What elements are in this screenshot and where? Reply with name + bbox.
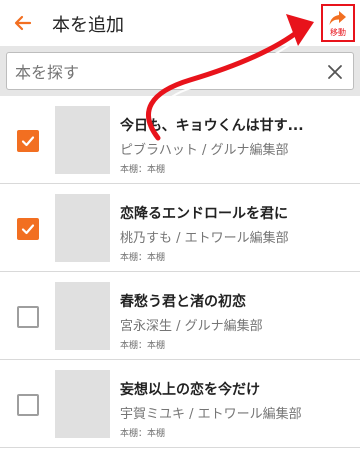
search-bar	[0, 46, 360, 96]
book-checkbox[interactable]	[17, 218, 39, 240]
clear-search-button[interactable]	[323, 60, 347, 84]
book-author-publisher: 桃乃すも / エトワール編集部	[120, 231, 289, 246]
page-title: 本を追加	[52, 15, 124, 36]
book-cover	[55, 282, 110, 350]
book-shelf: 本棚：本棚	[120, 253, 166, 263]
check-icon	[21, 136, 35, 147]
book-row[interactable]: 恋降るエンドロールを君に 桃乃すも / エトワール編集部 本棚：本棚	[0, 184, 360, 272]
book-list: 今日も、キョウくんは甘す... ピブラハット / グルナ編集部 本棚：本棚 恋降…	[0, 96, 360, 448]
book-title: 妄想以上の恋を今だけ	[120, 382, 260, 398]
book-title: 春愁う君と渚の初恋	[120, 294, 246, 310]
share-forward-icon	[329, 11, 346, 25]
book-row[interactable]: 春愁う君と渚の初恋 宮永深生 / グルナ編集部 本棚：本棚	[0, 272, 360, 360]
book-cover	[55, 106, 110, 174]
book-checkbox[interactable]	[17, 130, 39, 152]
book-shelf: 本棚：本棚	[120, 341, 166, 351]
book-shelf: 本棚：本棚	[120, 429, 166, 439]
book-checkbox[interactable]	[17, 394, 39, 416]
book-cover	[55, 370, 110, 438]
search-box	[6, 52, 354, 90]
check-icon	[21, 224, 35, 235]
book-row[interactable]: 妄想以上の恋を今だけ 宇賀ミユキ / エトワール編集部 本棚：本棚	[0, 360, 360, 448]
book-row[interactable]: 今日も、キョウくんは甘す... ピブラハット / グルナ編集部 本棚：本棚	[0, 96, 360, 184]
close-icon	[328, 65, 342, 79]
app-header: 本を追加 移動	[0, 0, 360, 46]
book-title: 今日も、キョウくんは甘す...	[120, 118, 304, 134]
book-title: 恋降るエンドロールを君に	[120, 206, 288, 222]
book-author-publisher: 宮永深生 / グルナ編集部	[120, 319, 263, 334]
book-author-publisher: 宇賀ミユキ / エトワール編集部	[120, 407, 302, 422]
move-button[interactable]: 移動	[321, 4, 355, 42]
move-label: 移動	[330, 28, 346, 37]
book-cover	[55, 194, 110, 262]
back-button[interactable]	[8, 8, 38, 38]
book-checkbox[interactable]	[17, 306, 39, 328]
search-input[interactable]	[15, 59, 315, 85]
book-shelf: 本棚：本棚	[120, 165, 166, 175]
arrow-left-icon	[14, 15, 32, 31]
book-author-publisher: ピブラハット / グルナ編集部	[120, 143, 289, 158]
